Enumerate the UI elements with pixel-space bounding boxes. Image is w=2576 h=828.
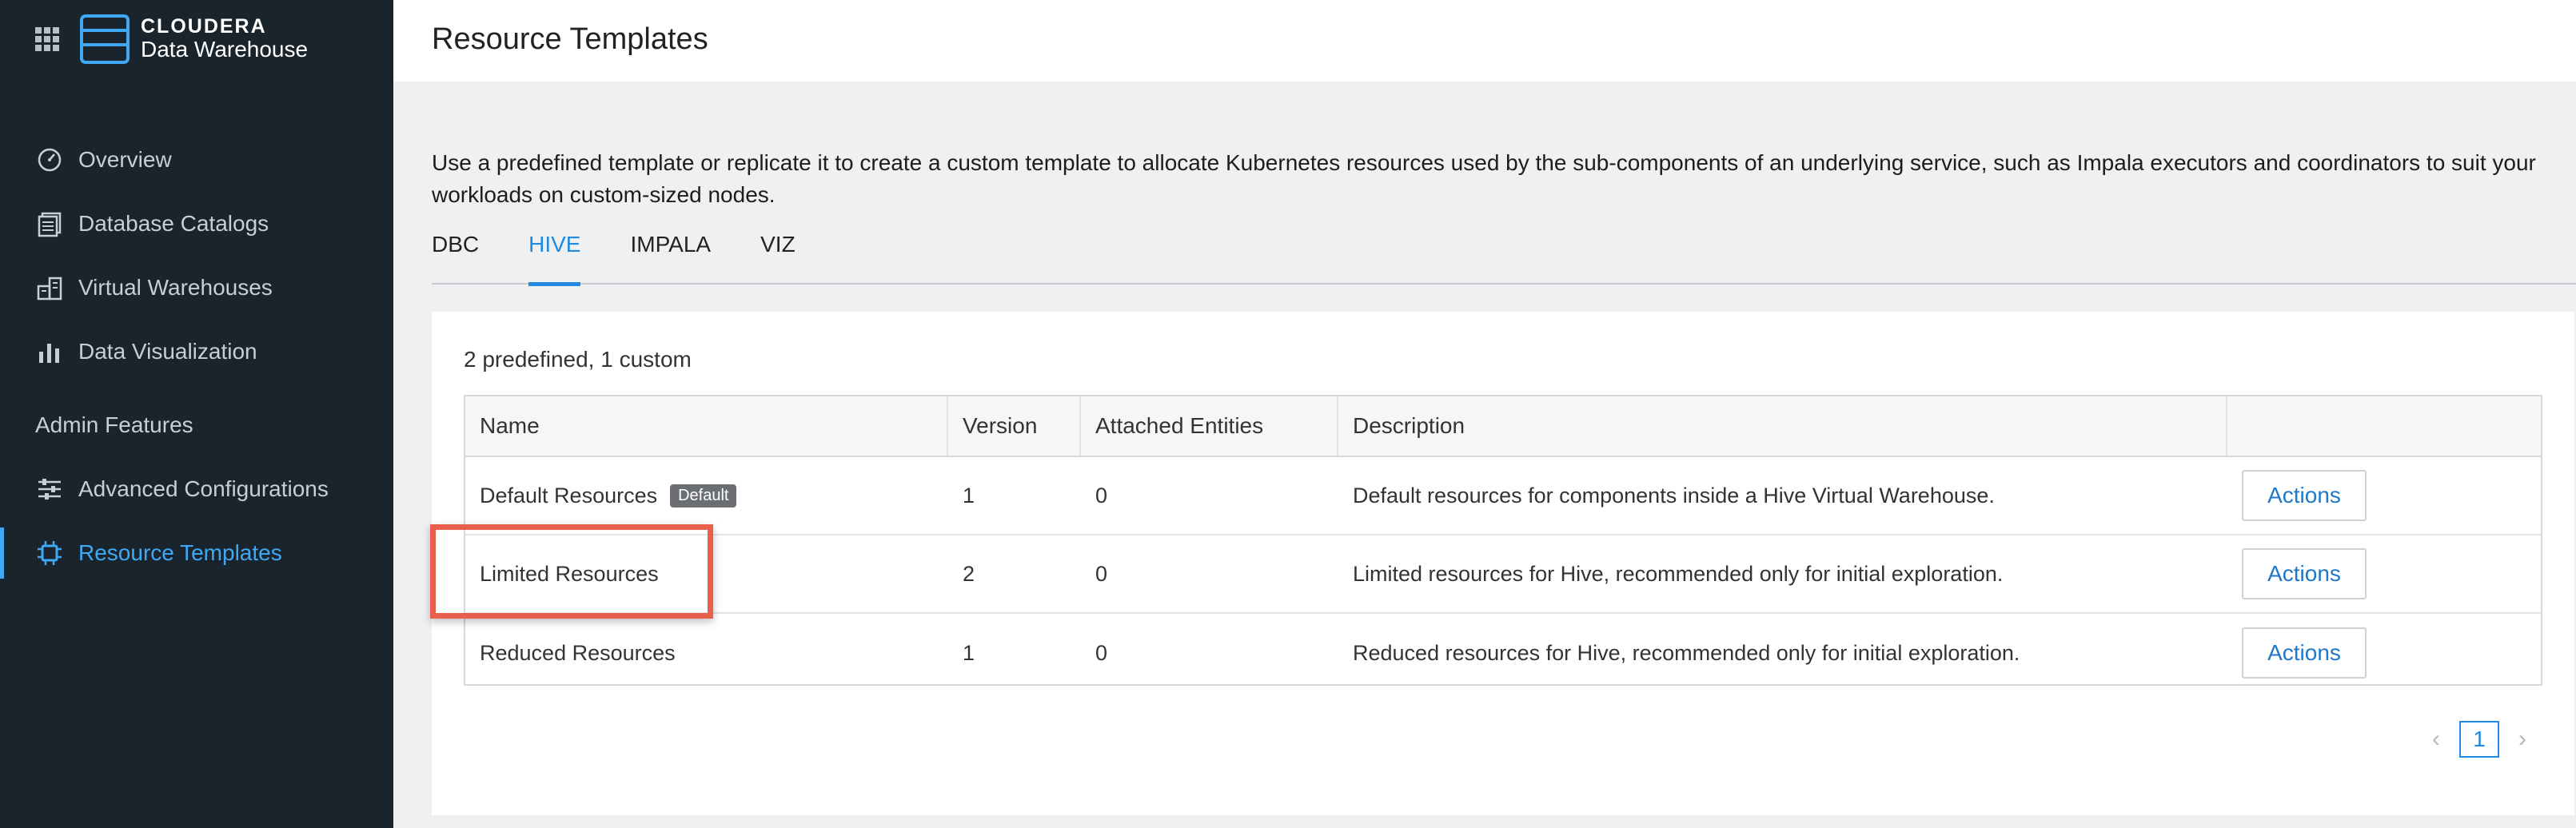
sidebar-item-label: Overview bbox=[78, 147, 172, 172]
sidebar-item-label: Database Catalogs bbox=[78, 211, 269, 236]
sidebar-item-label: Advanced Configurations bbox=[78, 476, 329, 501]
template-name: Reduced Resources bbox=[480, 640, 676, 665]
sliders-icon bbox=[38, 479, 61, 500]
templates-table: Name Version Attached Entities Descripti… bbox=[464, 395, 2542, 686]
template-name: Default Resources bbox=[480, 483, 658, 508]
page-number-button[interactable]: 1 bbox=[2459, 721, 2499, 758]
actions-button[interactable]: Actions bbox=[2242, 470, 2367, 521]
brand-text: CLOUDERA Data Warehouse bbox=[141, 14, 309, 62]
template-entities: 0 bbox=[1095, 561, 1108, 586]
table-row: Reduced Resources 1 0 Reduced resources … bbox=[465, 614, 2541, 692]
brand: CLOUDERA Data Warehouse bbox=[35, 11, 308, 67]
sidebar-section-admin-features: Admin Features bbox=[35, 412, 193, 437]
column-header-actions bbox=[2227, 396, 2541, 456]
sidebar-item-label: Data Visualization bbox=[78, 339, 257, 364]
chevron-left-icon[interactable]: ‹ bbox=[2424, 726, 2448, 753]
chevron-right-icon[interactable]: › bbox=[2510, 726, 2534, 753]
table-row: Default Resources Default 1 0 Default re… bbox=[465, 457, 2541, 535]
tab-impala[interactable]: IMPALA bbox=[630, 225, 711, 285]
sidebar-item-overview[interactable]: Overview bbox=[0, 128, 393, 192]
template-actions-cell: Actions bbox=[2227, 457, 2541, 534]
gauge-icon bbox=[38, 148, 62, 172]
tab-hive[interactable]: HIVE bbox=[528, 225, 581, 286]
sidebar-nav: Overview Database Catalogs Virtual Wareh… bbox=[0, 128, 393, 585]
tab-dbc[interactable]: DBC bbox=[432, 225, 479, 285]
sidebar-item-data-visualization[interactable]: Data Visualization bbox=[0, 320, 393, 384]
column-header-name: Name bbox=[465, 396, 948, 456]
table-header: Name Version Attached Entities Descripti… bbox=[465, 396, 2541, 457]
template-version: 2 bbox=[963, 561, 975, 586]
sidebar-item-resource-templates[interactable]: Resource Templates bbox=[0, 521, 393, 585]
actions-button[interactable]: Actions bbox=[2242, 627, 2367, 679]
sidebar-item-virtual-warehouses[interactable]: Virtual Warehouses bbox=[0, 256, 393, 320]
page-header: Resource Templates bbox=[393, 0, 2576, 82]
brand-company: CLOUDERA bbox=[141, 14, 267, 38]
template-version: 1 bbox=[963, 483, 975, 508]
table-row: Limited Resources 2 0 Limited resources … bbox=[465, 535, 2541, 614]
templates-panel: 2 predefined, 1 custom Name Version Atta… bbox=[432, 312, 2574, 815]
warehouse-icon bbox=[37, 277, 62, 301]
template-name-cell: Default Resources Default bbox=[465, 457, 948, 534]
sidebar-item-database-catalogs[interactable]: Database Catalogs bbox=[0, 192, 393, 256]
brand-product: Data Warehouse bbox=[141, 37, 309, 62]
template-actions-cell: Actions bbox=[2227, 614, 2541, 692]
column-header-description: Description bbox=[1338, 396, 2227, 456]
template-entities: 0 bbox=[1095, 483, 1108, 508]
data-warehouse-logo-icon bbox=[80, 14, 130, 64]
template-description: Default resources for components inside … bbox=[1353, 483, 1995, 508]
service-tabs: DBC HIVE IMPALA VIZ bbox=[432, 225, 2576, 286]
sidebar-item-label: Virtual Warehouses bbox=[78, 275, 273, 300]
default-badge: Default bbox=[670, 484, 737, 508]
template-actions-cell: Actions bbox=[2227, 535, 2541, 612]
sidebar: CLOUDERA Data Warehouse Overview Databas… bbox=[0, 0, 393, 828]
actions-button[interactable]: Actions bbox=[2242, 548, 2367, 599]
app-launcher-icon[interactable] bbox=[35, 27, 59, 51]
sidebar-item-label: Resource Templates bbox=[78, 540, 282, 565]
database-catalog-icon bbox=[38, 212, 62, 237]
template-name: Limited Resources bbox=[480, 561, 659, 586]
tab-viz[interactable]: VIZ bbox=[760, 225, 796, 285]
page-title: Resource Templates bbox=[432, 22, 708, 56]
template-name-cell: Reduced Resources bbox=[465, 614, 948, 692]
template-name-cell: Limited Resources bbox=[465, 535, 948, 612]
column-header-version: Version bbox=[948, 396, 1081, 456]
page-description: Use a predefined template or replicate i… bbox=[432, 150, 2536, 207]
template-description: Reduced resources for Hive, recommended … bbox=[1353, 640, 2020, 665]
chip-icon bbox=[38, 541, 62, 565]
template-entities: 0 bbox=[1095, 640, 1108, 665]
template-version: 1 bbox=[963, 640, 975, 665]
templates-summary: 2 predefined, 1 custom bbox=[464, 347, 692, 372]
bar-chart-icon bbox=[39, 344, 59, 363]
pagination: ‹ 1 › bbox=[2424, 721, 2534, 758]
sidebar-item-advanced-configurations[interactable]: Advanced Configurations bbox=[0, 457, 393, 521]
template-description: Limited resources for Hive, recommended … bbox=[1353, 561, 2004, 586]
column-header-attached-entities: Attached Entities bbox=[1081, 396, 1338, 456]
